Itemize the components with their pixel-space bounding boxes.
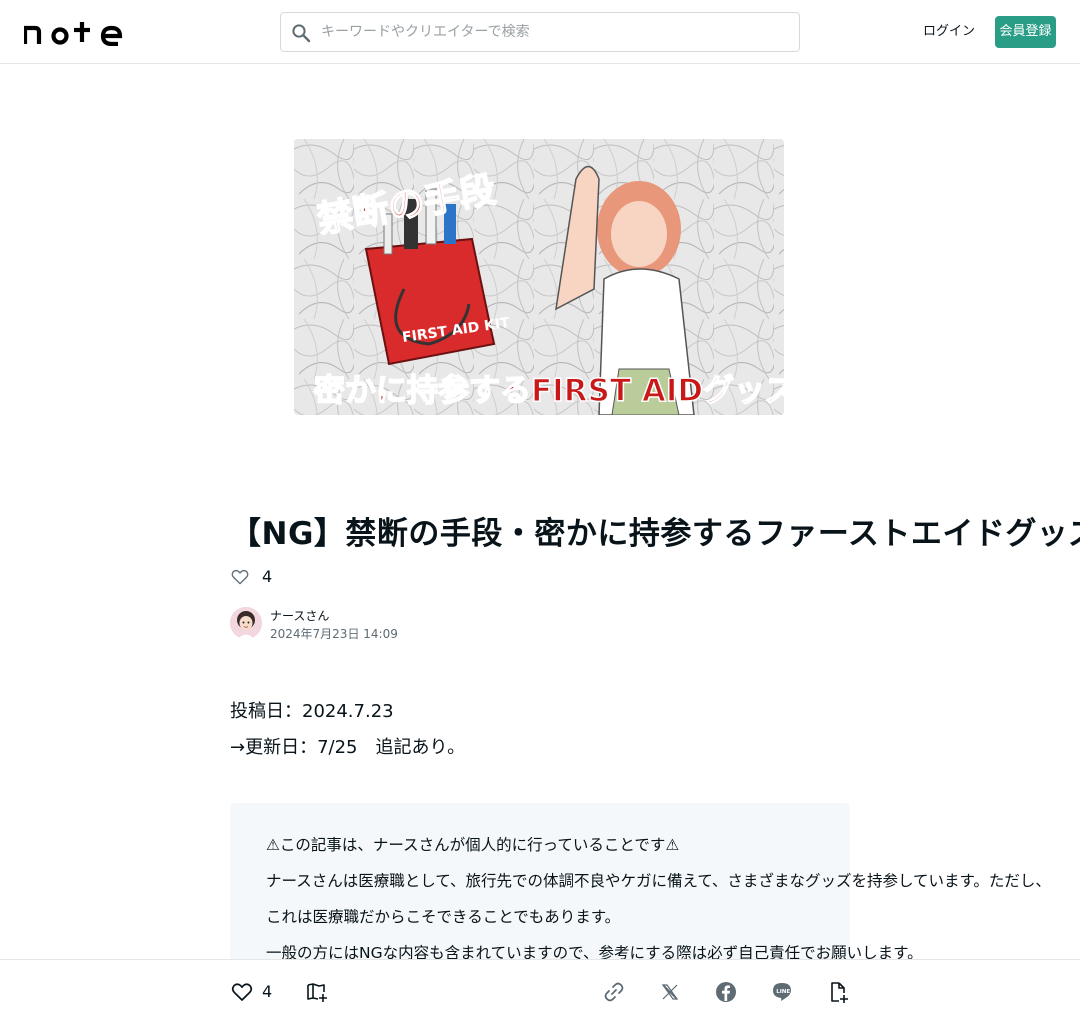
- notice-line: ナースさんは医療職として、旅行先での体調不良やケガに備えて、さまざまなグッズを持…: [266, 872, 1051, 890]
- post-date: 2024年7月23日 14:09: [270, 627, 398, 641]
- note-logo[interactable]: [24, 18, 124, 46]
- like-count: 4: [262, 567, 273, 586]
- site-header: ログイン 会員登録: [0, 0, 1080, 64]
- notice-box: ⚠この記事は、ナースさんが個人的に行っていることです⚠ ナースさんは医療職として…: [230, 803, 1051, 983]
- eyecatch-bottom-text: 密かに持参するFIRST AIDグッズ: [314, 373, 784, 409]
- like-count: 4: [262, 982, 273, 1001]
- embed-add-icon[interactable]: [826, 980, 850, 1004]
- notice-line: ⚠この記事は、ナースさんが個人的に行っていることです⚠: [266, 836, 680, 854]
- link-icon[interactable]: [602, 980, 626, 1004]
- search-input[interactable]: [321, 13, 791, 51]
- author-info[interactable]: ナースさん 2024年7月23日 14:09: [230, 606, 530, 641]
- search-icon: [292, 24, 311, 43]
- eyecatch-image: FIRST AID KIT 禁断の手段 密かに持参するFIRST AIDグッズ: [294, 139, 784, 415]
- facebook-icon[interactable]: [714, 980, 738, 1004]
- x-icon[interactable]: [658, 980, 682, 1004]
- body-line: →更新日：7/25 追記あり。: [230, 737, 466, 758]
- line-icon[interactable]: LINE: [770, 980, 794, 1004]
- article-title: 【NG】禁断の手段・密かに持参するファーストエイドグッズ: [230, 516, 1080, 552]
- search-box[interactable]: [280, 12, 800, 52]
- signup-button[interactable]: 会員登録: [995, 16, 1056, 48]
- heart-icon[interactable]: [230, 980, 254, 1004]
- avatar[interactable]: [230, 607, 262, 639]
- notice-line: これは医療職だからこそできることでもあります。: [266, 908, 621, 926]
- heart-icon[interactable]: [230, 567, 250, 587]
- like-button[interactable]: 4: [230, 980, 290, 1004]
- author-name[interactable]: ナースさん: [270, 607, 329, 625]
- body-line: 投稿日：2024.7.23: [230, 701, 394, 722]
- magazine-add-icon[interactable]: [305, 980, 329, 1004]
- action-bar: 4 LINE: [0, 959, 1080, 1024]
- login-link[interactable]: ログイン: [922, 20, 976, 44]
- svg-text:LINE: LINE: [776, 989, 790, 995]
